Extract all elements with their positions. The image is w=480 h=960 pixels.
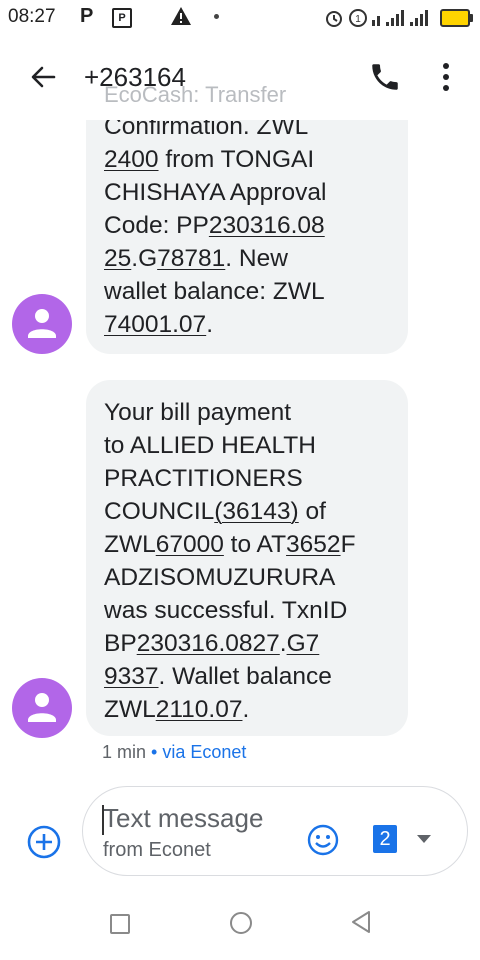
contact-avatar[interactable] — [12, 678, 72, 738]
linked-number[interactable]: 230316.08 — [209, 212, 325, 239]
message-time: 1 min — [102, 742, 147, 762]
chevron-down-icon[interactable] — [417, 835, 431, 843]
warning-icon — [171, 7, 191, 25]
home-button[interactable] — [230, 912, 252, 934]
nav-back-icon[interactable] — [350, 910, 372, 934]
compose-sub-label: from Econet — [103, 839, 211, 861]
status-bar: 08:27 P P 1 — [0, 0, 480, 36]
p-icon: P — [80, 5, 94, 27]
linked-number[interactable]: 74001.07 — [104, 311, 206, 338]
message-text: to AT — [223, 531, 287, 558]
more-options-icon[interactable] — [438, 60, 454, 94]
recents-button[interactable] — [110, 914, 130, 934]
linked-number[interactable]: (36143) — [214, 498, 298, 525]
text-cursor — [102, 805, 104, 835]
conversation-header: EcoCash: Transfer +263164 — [0, 36, 480, 120]
emoji-icon[interactable] — [307, 824, 339, 856]
battery-icon — [440, 9, 473, 27]
alarm-icon — [326, 11, 342, 27]
message-text: . — [206, 311, 213, 338]
message-bubble[interactable]: Your bill payment to ALLIED HEALTH PRACT… — [86, 380, 408, 736]
linked-number[interactable]: 230316.0827 — [137, 630, 280, 657]
linked-number[interactable]: 2110.07 — [156, 696, 243, 723]
message-text: .G — [131, 245, 158, 272]
linked-number[interactable]: 78781 — [157, 245, 225, 272]
back-arrow-icon[interactable] — [28, 62, 58, 92]
sim-icon: 1 — [349, 9, 367, 27]
contact-title[interactable]: +263164 — [84, 62, 186, 93]
message-text: . — [242, 696, 250, 723]
message-list: Confirmation. ZWL 2400 from TONGAI CHISH… — [0, 120, 480, 780]
person-icon — [28, 309, 56, 338]
meta-separator: • — [151, 742, 158, 762]
linked-number[interactable]: G7 — [287, 630, 320, 657]
parking-icon: P — [112, 8, 132, 28]
phone-icon[interactable] — [368, 60, 402, 94]
sim-selector-badge[interactable]: 2 — [373, 825, 397, 853]
compose-box[interactable]: from Econet 2 — [82, 786, 468, 876]
person-icon — [28, 693, 56, 722]
status-right-icons: 1 — [324, 7, 473, 29]
svg-text:1: 1 — [355, 14, 361, 25]
add-attachment-icon[interactable] — [26, 824, 62, 860]
signal-icon — [372, 10, 428, 26]
linked-number[interactable]: 9337 — [104, 663, 159, 690]
message-meta: 1 min • via Econet — [102, 742, 246, 763]
contact-avatar[interactable] — [12, 294, 72, 354]
linked-number[interactable]: 2400 — [104, 146, 159, 173]
message-text: . — [279, 630, 287, 657]
message-input[interactable] — [103, 803, 303, 834]
linked-number[interactable]: 3652 — [286, 531, 341, 558]
dot-icon — [214, 14, 219, 19]
linked-number[interactable]: 67000 — [156, 531, 224, 558]
status-time: 08:27 — [8, 6, 56, 27]
via-carrier: via Econet — [162, 742, 247, 762]
message-bubble[interactable]: Confirmation. ZWL 2400 from TONGAI CHISH… — [86, 120, 408, 354]
linked-number[interactable]: 25 — [104, 245, 131, 272]
message-text: Confirmation. ZWL — [104, 120, 309, 140]
